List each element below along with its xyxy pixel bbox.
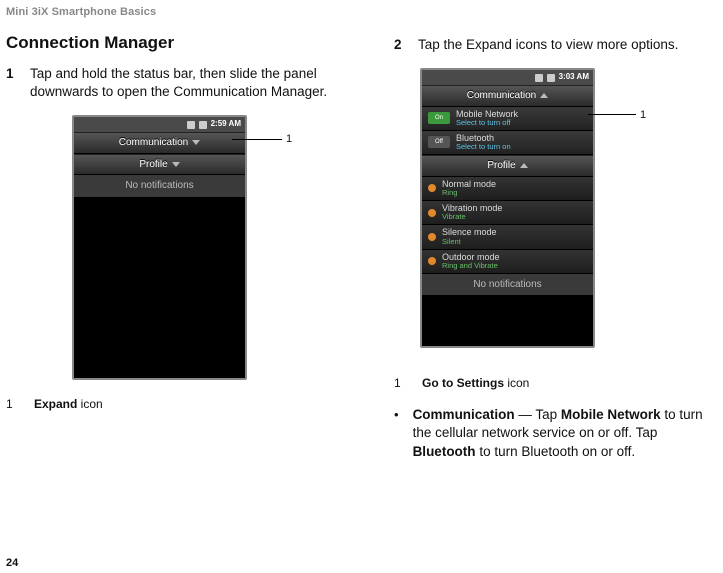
mode-dot-icon — [428, 184, 436, 192]
bullet-text: Communication — Tap Mobile Network to tu… — [413, 406, 713, 462]
communication-bar: Communication — [74, 132, 245, 154]
phone-screen: 3:03 AM Communication On Mobile Network … — [420, 68, 595, 348]
mobile-network-sub: Select to turn off — [456, 119, 518, 127]
battery-icon — [199, 121, 207, 129]
legend-number: 1 — [6, 396, 16, 412]
expand-down-icon — [172, 162, 180, 167]
running-header: Mini 3iX Smartphone Basics — [6, 6, 713, 18]
outdoor-mode-sub: Ring and Vibrate — [442, 262, 500, 270]
legend-right: 1 Go to Settings icon — [394, 375, 713, 391]
normal-mode-row: Normal mode Ring — [422, 177, 593, 201]
mode-dot-icon — [428, 233, 436, 241]
step-number: 2 — [394, 36, 406, 54]
communication-label: Communication — [119, 136, 188, 150]
step-1: 1 Tap and hold the status bar, then slid… — [6, 65, 376, 101]
callout-line — [588, 114, 636, 115]
mode-dot-icon — [428, 257, 436, 265]
communication-bullet: • Communication — Tap Mobile Network to … — [394, 406, 713, 462]
phone-screenshot-left: 2:59 AM Communication Profile No notific… — [72, 115, 247, 380]
communication-label: Communication — [467, 89, 536, 103]
legend-left: 1 Expand icon — [6, 396, 376, 412]
right-column: 2 Tap the Expand icons to view more opti… — [394, 18, 713, 462]
signal-icon — [187, 121, 195, 129]
legend-number: 1 — [394, 375, 404, 391]
profile-bar: Profile — [422, 155, 593, 177]
profile-label: Profile — [139, 158, 167, 172]
phone-screen: 2:59 AM Communication Profile No notific… — [72, 115, 247, 380]
status-bar: 2:59 AM — [74, 117, 245, 132]
empty-area — [422, 295, 593, 348]
empty-area — [74, 197, 245, 381]
vibration-mode-row: Vibration mode Vibrate — [422, 201, 593, 225]
no-notifications-bar: No notifications — [74, 175, 245, 197]
callout-number: 1 — [286, 132, 292, 147]
signal-icon — [535, 74, 543, 82]
status-bar: 3:03 AM — [422, 70, 593, 85]
step-text: Tap and hold the status bar, then slide … — [30, 65, 376, 101]
silence-mode-row: Silence mode Silent — [422, 225, 593, 249]
outdoor-mode-row: Outdoor mode Ring and Vibrate — [422, 250, 593, 274]
mode-dot-icon — [428, 209, 436, 217]
page-number: 24 — [6, 557, 18, 569]
profile-bar: Profile — [74, 154, 245, 176]
status-time: 3:03 AM — [559, 72, 589, 83]
vibration-mode-sub: Vibrate — [442, 213, 502, 221]
callout-line — [232, 139, 282, 140]
toggle-off-icon: Off — [428, 136, 450, 148]
section-title: Connection Manager — [6, 32, 376, 55]
no-notifications-bar: No notifications — [422, 274, 593, 296]
toggle-on-icon: On — [428, 112, 450, 124]
silence-mode-sub: Silent — [442, 238, 497, 246]
expand-down-icon — [192, 140, 200, 145]
step-2: 2 Tap the Expand icons to view more opti… — [394, 36, 713, 54]
collapse-up-icon — [520, 163, 528, 168]
callout-number: 1 — [640, 108, 646, 123]
collapse-up-icon — [540, 93, 548, 98]
step-text: Tap the Expand icons to view more option… — [418, 36, 713, 54]
left-column: Connection Manager 1 Tap and hold the st… — [6, 18, 376, 462]
step-number: 1 — [6, 65, 18, 101]
status-time: 2:59 AM — [211, 119, 241, 130]
legend-text: Go to Settings icon — [422, 375, 529, 391]
battery-icon — [547, 74, 555, 82]
bluetooth-row: Off Bluetooth Select to turn on — [422, 131, 593, 155]
bluetooth-sub: Select to turn on — [456, 143, 511, 151]
phone-screenshot-right: 3:03 AM Communication On Mobile Network … — [420, 68, 595, 348]
legend-text: Expand icon — [34, 396, 103, 412]
communication-bar: Communication — [422, 85, 593, 107]
mobile-network-row: On Mobile Network Select to turn off — [422, 107, 593, 131]
normal-mode-sub: Ring — [442, 189, 496, 197]
profile-label: Profile — [487, 159, 515, 173]
bullet-icon: • — [394, 406, 399, 462]
